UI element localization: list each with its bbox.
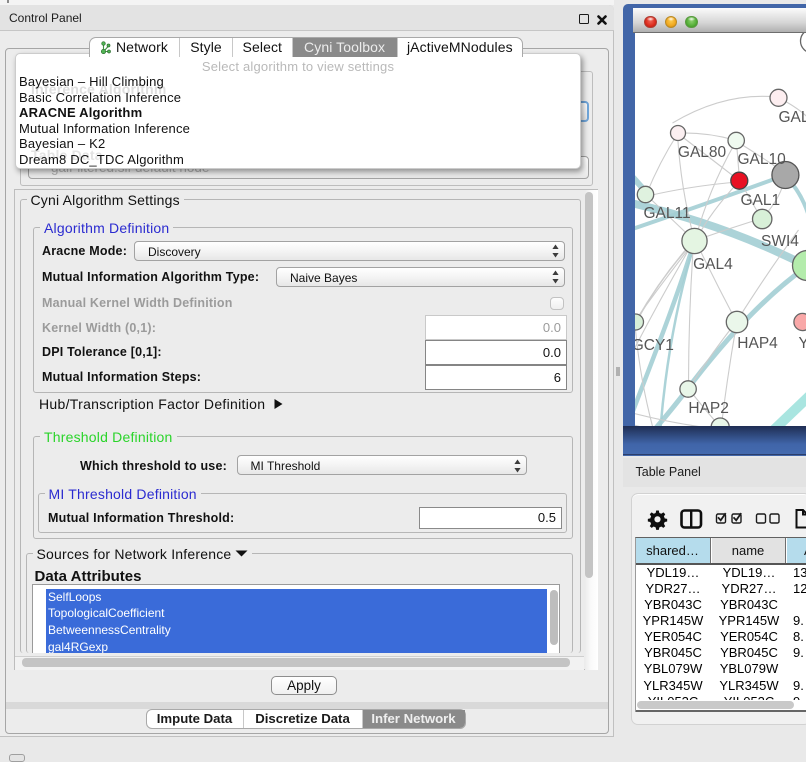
svg-text:GAL7: GAL7 bbox=[778, 109, 806, 126]
svg-text:YJ: YJ bbox=[798, 335, 806, 352]
svg-text:HAP4: HAP4 bbox=[737, 335, 778, 352]
svg-text:GAL1: GAL1 bbox=[740, 192, 780, 209]
svg-text:GAL80: GAL80 bbox=[677, 144, 726, 161]
svg-text:GCY1: GCY1 bbox=[635, 337, 674, 354]
svg-text:GAL4: GAL4 bbox=[693, 256, 733, 273]
svg-text:SWI4: SWI4 bbox=[761, 233, 799, 250]
svg-text:GAL10: GAL10 bbox=[737, 151, 786, 168]
svg-text:HAP2: HAP2 bbox=[688, 400, 729, 417]
svg-text:GAL11: GAL11 bbox=[643, 205, 690, 222]
